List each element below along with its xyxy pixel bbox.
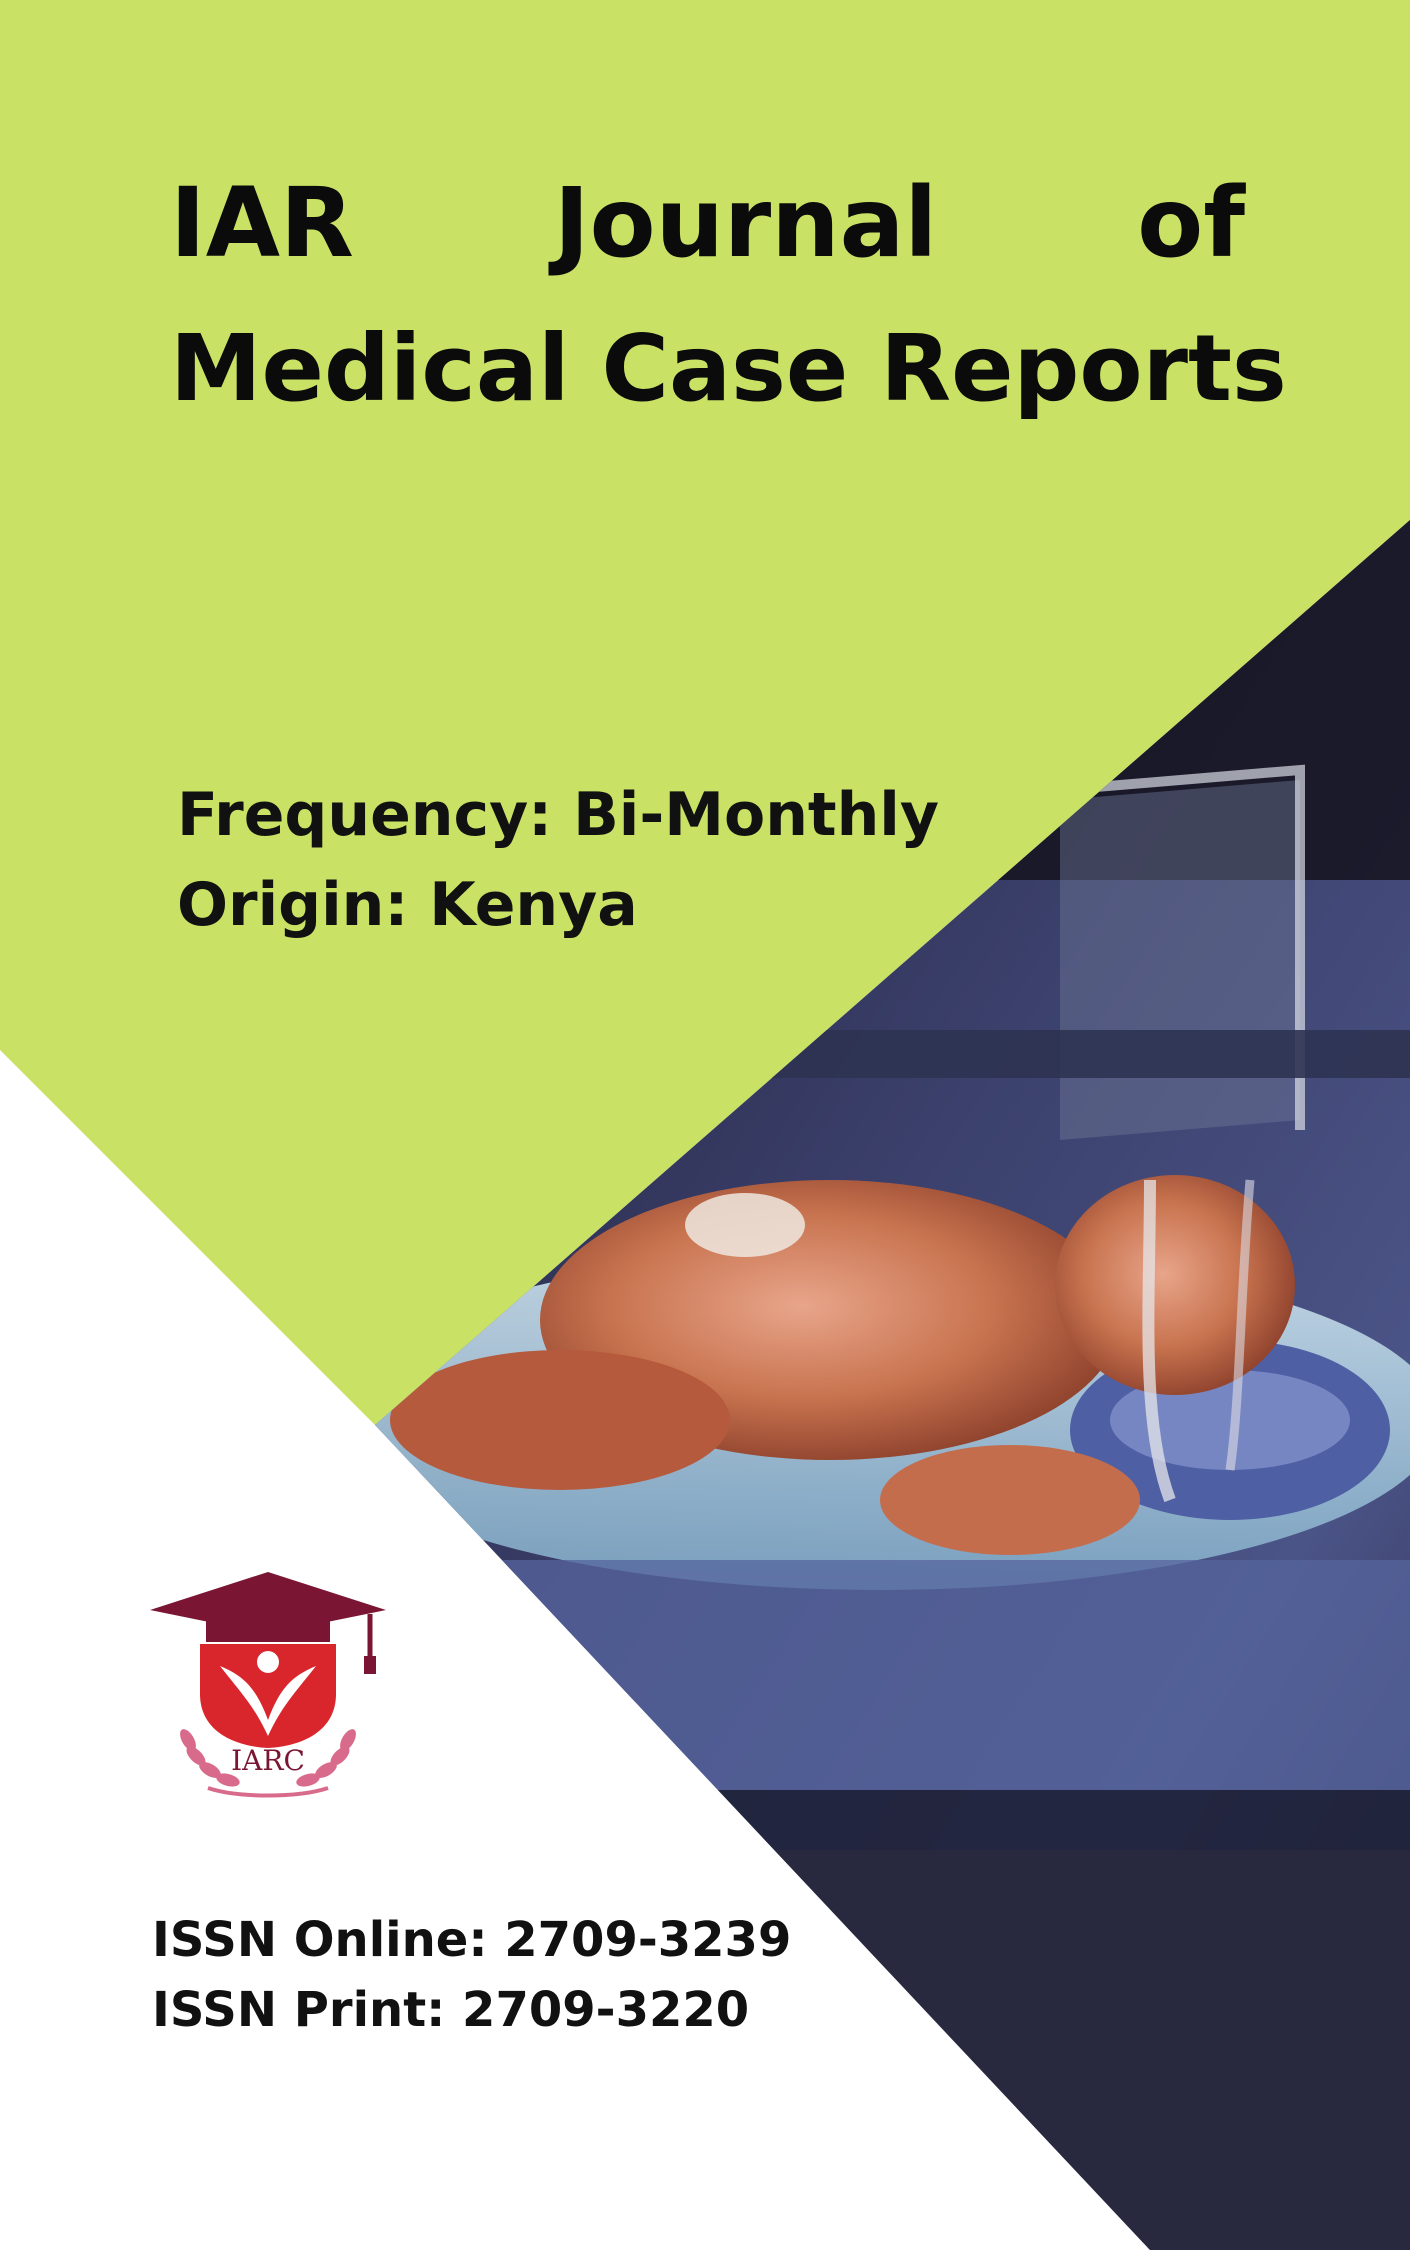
infant-head: [1055, 1175, 1295, 1395]
infant-arm: [880, 1445, 1140, 1555]
title-line-2: Medical Case Reports: [170, 315, 1287, 422]
origin-text: Origin: Kenya: [177, 870, 638, 940]
incubator-wall: [1060, 780, 1300, 1140]
journal-cover: IAR Journal of Medical Case Reports Freq…: [0, 0, 1410, 2250]
issn-print: ISSN Print: 2709-3220: [152, 1982, 750, 2038]
title-word-iar: IAR: [170, 167, 354, 279]
bed-base: [375, 1560, 1410, 1790]
electrode-pad: [685, 1193, 805, 1257]
infant-leg: [390, 1350, 730, 1490]
logo-text: IARC: [231, 1744, 305, 1777]
issn-online: ISSN Online: 2709-3239: [152, 1912, 792, 1968]
issn-block: ISSN Online: 2709-3239 ISSN Print: 2709-…: [152, 1905, 791, 2045]
title-word-journal: Journal: [553, 167, 938, 279]
title-line-1: IAR Journal of: [170, 150, 1245, 296]
frequency-text: Frequency: Bi-Monthly: [177, 780, 939, 850]
journal-meta: Frequency: Bi-Monthly Origin: Kenya: [177, 770, 939, 950]
title-word-of: of: [1137, 167, 1245, 279]
journal-title: IAR Journal of Medical Case Reports: [170, 150, 1287, 442]
iarc-logo: IARC: [150, 1572, 386, 1798]
frame-bar-bottom: [400, 1790, 1410, 1850]
